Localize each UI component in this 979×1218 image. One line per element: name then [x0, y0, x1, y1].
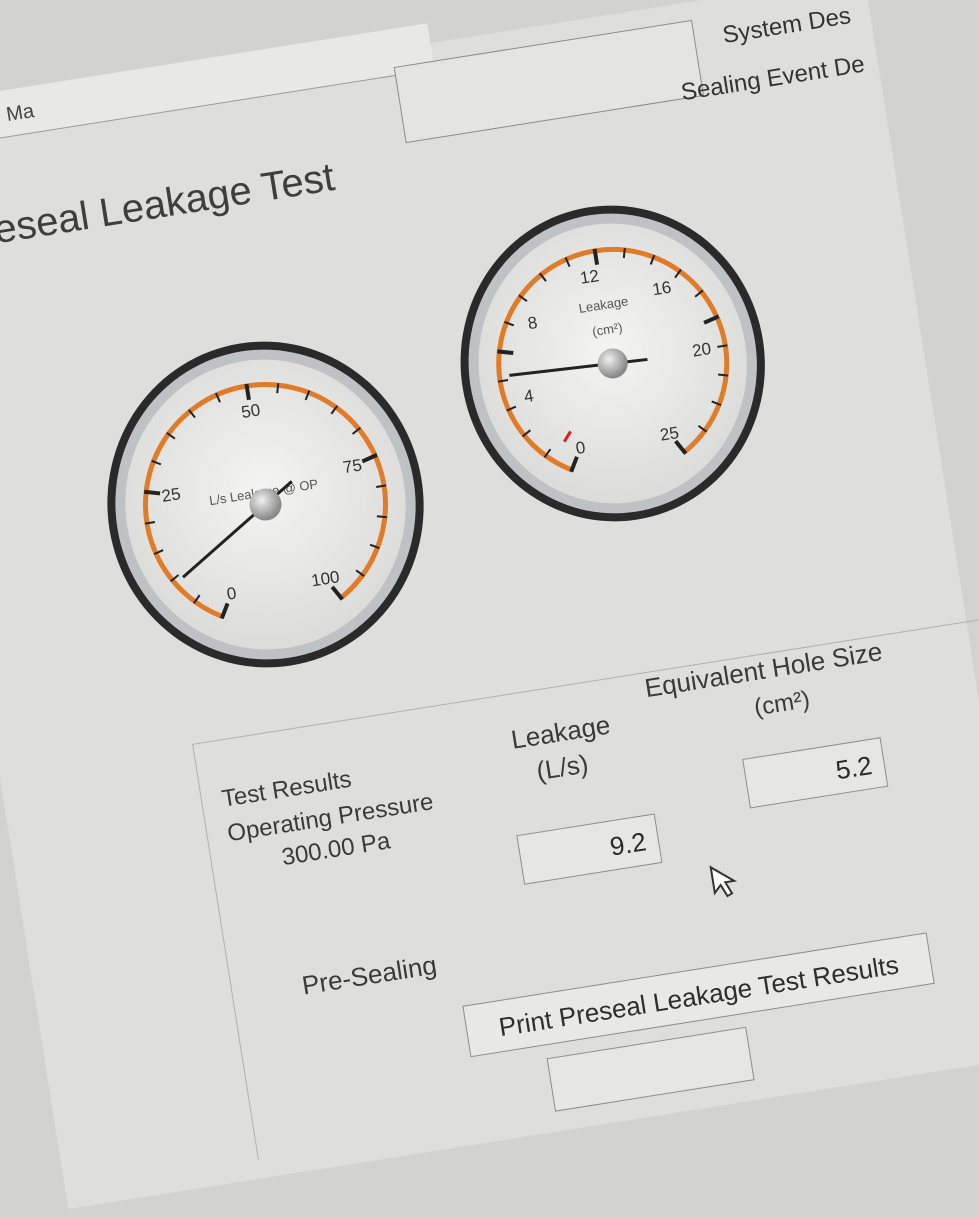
gauge-tick-label: 50 [240, 400, 262, 422]
system-description-label: System Des [720, 2, 853, 50]
gauge-major-tick [592, 248, 600, 266]
pre-sealing-hole-size-field[interactable]: 5.2 [742, 737, 889, 809]
gauge-tick-label: 12 [579, 266, 601, 288]
hole-size-gauge: Leakage (cm²) 0 4 8 12 16 20 25 [429, 175, 797, 556]
menu-item-main[interactable]: Ma [5, 100, 36, 127]
gauge-major-tick [244, 383, 251, 401]
system-description-field[interactable] [393, 19, 704, 144]
page-title: Preseal Leakage Test [0, 155, 338, 259]
leakage-ls-gauge: L/s Leakage @ OP 0255075100 [76, 311, 456, 703]
menu-bar: cts Ma [0, 23, 435, 164]
app-window: cts Ma Preseal Leakage Test System Des S… [0, 0, 979, 1210]
gauge-tick-label: 75 [342, 456, 364, 478]
gauge-tick-label: 25 [160, 484, 182, 506]
leakage-header: Leakage [509, 709, 613, 755]
test-results-panel: Test Results Operating Pressure 300.00 P… [192, 615, 979, 1160]
pre-sealing-leakage-field[interactable]: 9.2 [516, 813, 663, 885]
sealing-event-label: Sealing Event De [679, 50, 867, 107]
mouse-pointer-icon [709, 865, 738, 898]
gauge-tick-label: 20 [691, 339, 713, 361]
gauge-tick-label: 16 [651, 278, 673, 300]
gauge-tick-label: 25 [659, 423, 681, 445]
pre-sealing-label: Pre-Sealing [299, 949, 439, 1001]
hole-size-unit: (cm²) [752, 685, 812, 722]
leakage-unit: (L/s) [534, 748, 591, 787]
